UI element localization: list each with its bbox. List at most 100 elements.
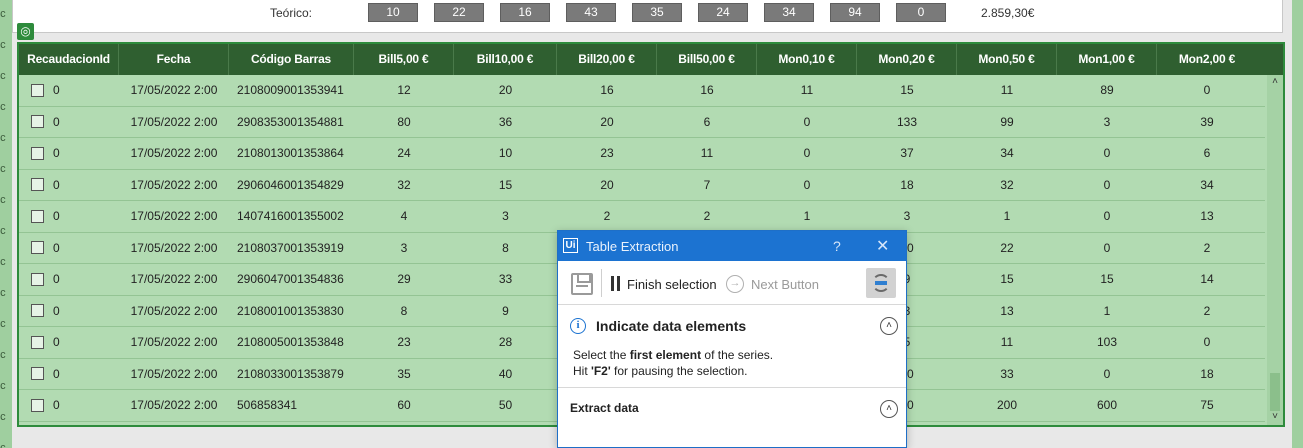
save-icon[interactable] (571, 273, 593, 295)
table-cell: 11 (1000, 335, 1014, 350)
table-cell: 17/05/2022 2:00 (130, 209, 218, 224)
table-cell: 2108013001353864 (237, 146, 344, 161)
column-header[interactable]: Bill20,00 € (557, 44, 657, 75)
table-cell: 36 (498, 114, 513, 129)
table-cell: 6 (703, 114, 711, 129)
column-header[interactable]: Mon1,00 € (1057, 44, 1157, 75)
selection-marker-icon (875, 281, 887, 285)
table-cell: 0 (1103, 146, 1111, 161)
row-checkbox[interactable] (31, 115, 44, 129)
row-checkbox[interactable] (31, 398, 44, 412)
summary-total: 2.859,30€ (981, 6, 1035, 20)
row-checkbox[interactable] (31, 83, 44, 97)
column-header[interactable]: Mon0,10 € (757, 44, 857, 75)
table-row[interactable]: 0 17/05/2022 2:00 2108013001353864 24 10 23 11… (19, 138, 1265, 170)
cell-text: 0 (53, 114, 60, 129)
table-cell: 20 (600, 177, 614, 192)
table-cell: 13 (1200, 209, 1214, 224)
table-cell: 32 (397, 177, 411, 192)
table-cell: 1 (803, 209, 811, 224)
table-cell: 11 (1000, 83, 1014, 98)
background-text-fragment: uc (0, 287, 6, 299)
cell-text: 0 (53, 398, 60, 413)
summary-value-box: 0 (896, 3, 946, 22)
table-cell: 0 (1103, 177, 1111, 192)
table-cell: 0 (803, 177, 811, 192)
scroll-thumb[interactable] (1270, 373, 1280, 411)
row-checkbox[interactable] (31, 304, 44, 318)
table-cell: 0 (1203, 335, 1211, 350)
background-text-fragment: uc (0, 256, 6, 268)
pause-icon[interactable] (611, 276, 620, 291)
row-checkbox[interactable] (31, 335, 44, 349)
summary-value-box: 10 (368, 3, 418, 22)
row-checkbox[interactable] (31, 146, 44, 160)
row-checkbox[interactable] (31, 272, 44, 286)
table-cell: 9 (502, 303, 509, 318)
table-cell: 2108037001353919 (237, 240, 344, 255)
table-cell: 2906046001354829 (237, 177, 344, 192)
column-header[interactable]: Mon2,00 € (1157, 44, 1257, 75)
table-cell: 2 (603, 209, 611, 224)
column-header[interactable]: Mon0,20 € (857, 44, 957, 75)
background-text-fragment: uc (0, 380, 6, 392)
background-text-fragment: uc (0, 70, 6, 82)
table-cell: 17/05/2022 2:00 (130, 83, 218, 98)
table-cell: 3 (1103, 114, 1111, 129)
dialog-titlebar[interactable]: Ui Table Extraction ? ✕ (558, 231, 906, 261)
row-checkbox[interactable] (31, 178, 44, 192)
background-app-right-edge (1292, 0, 1303, 448)
background-text-fragment: uc (0, 318, 6, 330)
row-checkbox[interactable] (31, 241, 44, 255)
table-cell: 1 (1003, 209, 1011, 224)
table-cell: 0 (1103, 366, 1111, 381)
table-cell: 600 (1096, 398, 1118, 413)
column-header[interactable]: Código Barras (229, 44, 354, 75)
column-header[interactable]: Bill50,00 € (657, 44, 757, 75)
column-header[interactable]: Fecha (119, 44, 229, 75)
cell-text: 0 (53, 177, 60, 192)
table-cell: 32 (1000, 177, 1014, 192)
table-cell: 37 (900, 146, 914, 161)
column-header[interactable]: RecaudacionId (19, 44, 119, 75)
next-button[interactable]: Next Button (751, 277, 819, 292)
column-header[interactable]: Bill5,00 € (354, 44, 454, 75)
row-checkbox[interactable] (31, 367, 44, 381)
row-checkbox[interactable] (31, 209, 44, 223)
collapse-icon[interactable]: ˄ (880, 317, 898, 335)
next-arrow-icon: → (726, 275, 744, 293)
refresh-selection-button[interactable] (866, 268, 896, 298)
table-row[interactable]: 0 17/05/2022 2:00 2906046001354829 32 15 20 7 0… (19, 170, 1265, 201)
finish-selection-button[interactable]: Finish selection (627, 277, 717, 292)
table-cell: 75 (1200, 398, 1214, 413)
table-cell: 2 (1203, 303, 1211, 318)
table-cell: 17/05/2022 2:00 (130, 335, 218, 350)
scroll-down-icon[interactable]: ˅ (1267, 410, 1283, 424)
table-cell: 33 (1000, 366, 1014, 381)
table-cell: 7 (703, 177, 711, 192)
summary-value-box: 24 (698, 3, 748, 22)
table-cell: 15 (498, 177, 513, 192)
table-cell: 103 (1096, 335, 1118, 350)
target-icon[interactable]: ◎ (17, 23, 34, 40)
vertical-scrollbar[interactable]: ˄ ˅ (1267, 75, 1283, 425)
background-text-fragment: uc (0, 411, 6, 423)
cell-text: 0 (53, 209, 60, 224)
scroll-up-icon[interactable]: ˄ (1267, 75, 1283, 89)
background-app-left-edge: uc uc uc uc uc uc uc uc uc uc uc uc uc uc uc (0, 0, 12, 448)
column-header[interactable]: Mon0,50 € (957, 44, 1057, 75)
table-cell: 20 (498, 83, 513, 98)
close-icon[interactable]: ✕ (876, 236, 889, 256)
row-id-cell: 0 (19, 241, 119, 255)
summary-value-box: 16 (500, 3, 550, 22)
table-row[interactable]: 0 17/05/2022 2:00 1407416001355002 4 3 2 2 1 3 1 0… (19, 201, 1265, 233)
table-cell: 17/05/2022 2:00 (130, 146, 218, 161)
help-icon[interactable]: ? (833, 238, 841, 254)
column-header[interactable]: Bill10,00 € (454, 44, 557, 75)
table-row[interactable]: 0 17/05/2022 2:00 2908353001354881 80 36 20 6 0… (19, 107, 1265, 138)
collapse-icon[interactable]: ˄ (880, 400, 898, 418)
table-cell: 6 (1203, 146, 1211, 161)
background-text-fragment: uc (0, 442, 6, 448)
summary-value-box: 35 (632, 3, 682, 22)
table-row[interactable]: 0 17/05/2022 2:00 2108009001353941 12 20 16 16… (19, 75, 1265, 107)
